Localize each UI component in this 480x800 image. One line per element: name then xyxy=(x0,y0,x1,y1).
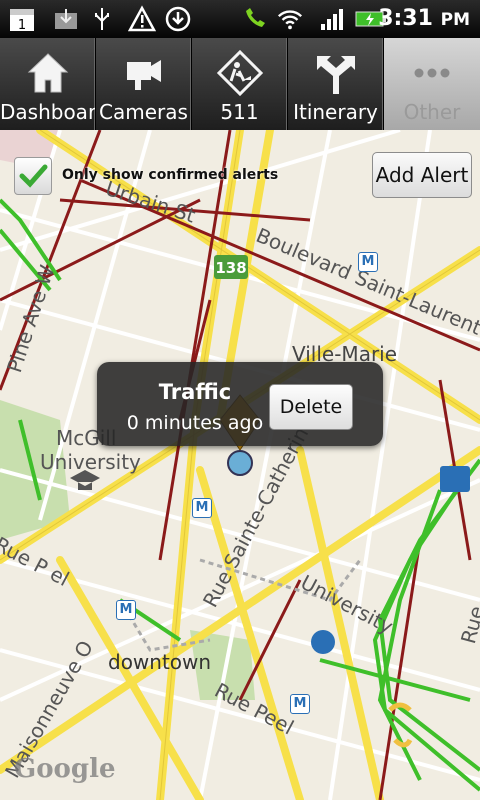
phone-icon xyxy=(246,8,265,27)
highway-shield-text: 138 xyxy=(215,259,246,277)
fork-arrow-icon xyxy=(316,56,355,94)
tab-dashboard[interactable]: Dashboard xyxy=(0,38,96,130)
tab-itinerary-label: Itinerary xyxy=(293,100,378,124)
warning-icon xyxy=(128,5,156,32)
sync-icon xyxy=(165,6,191,32)
tab-itinerary[interactable]: Itinerary xyxy=(288,38,384,130)
popup-title: Traffic xyxy=(158,380,232,404)
add-alert-button[interactable]: Add Alert xyxy=(372,152,472,198)
usb-icon xyxy=(95,8,109,30)
delete-button[interactable]: Delete xyxy=(269,384,353,430)
tab-cameras[interactable]: Cameras xyxy=(96,38,192,130)
tab-dashboard-label: Dashboard xyxy=(0,100,96,124)
map-label-downtown: downtown xyxy=(108,650,212,674)
checkmark-icon xyxy=(19,164,48,188)
tab-other-label: Other xyxy=(403,100,461,124)
calendar-icon: 1 xyxy=(10,9,34,33)
confirmed-alerts-checkbox[interactable] xyxy=(14,157,52,195)
metro-icon: M xyxy=(290,694,310,714)
tab-511-label: 511 xyxy=(220,100,259,124)
tab-other[interactable]: Other xyxy=(384,38,480,130)
tab-bar: Dashboard Cameras 511 Itinerary Other xyxy=(0,38,480,130)
map-label-university: University xyxy=(40,450,141,474)
status-bar: 1 3:31 PM xyxy=(0,0,480,38)
more-icon xyxy=(414,68,450,78)
alert-popup: Traffic 0 minutes ago Delete xyxy=(97,362,383,446)
tab-cameras-label: Cameras xyxy=(99,100,188,124)
calendar-day: 1 xyxy=(18,18,26,33)
wifi-icon xyxy=(277,10,303,30)
time-ampm: PM xyxy=(440,10,470,30)
google-watermark: Google xyxy=(14,754,116,784)
download-icon xyxy=(55,9,77,29)
popup-subtitle: 0 minutes ago xyxy=(126,412,264,434)
confirmed-alerts-label: Only show confirmed alerts xyxy=(62,167,279,183)
roadwork-sign-icon xyxy=(216,50,263,96)
map-view[interactable]: 138 Urbain St Boulevard Saint-Laurent Vi… xyxy=(0,130,480,800)
tab-511[interactable]: 511 xyxy=(192,38,288,130)
metro-icon: M xyxy=(192,498,212,518)
metro-icon: M xyxy=(358,252,378,272)
camera-icon xyxy=(126,60,161,90)
time-value: 3:31 xyxy=(378,6,433,31)
signal-icon xyxy=(321,9,343,30)
home-icon xyxy=(27,53,68,93)
status-time: 3:31 PM xyxy=(378,4,470,34)
metro-icon: M xyxy=(116,600,136,620)
